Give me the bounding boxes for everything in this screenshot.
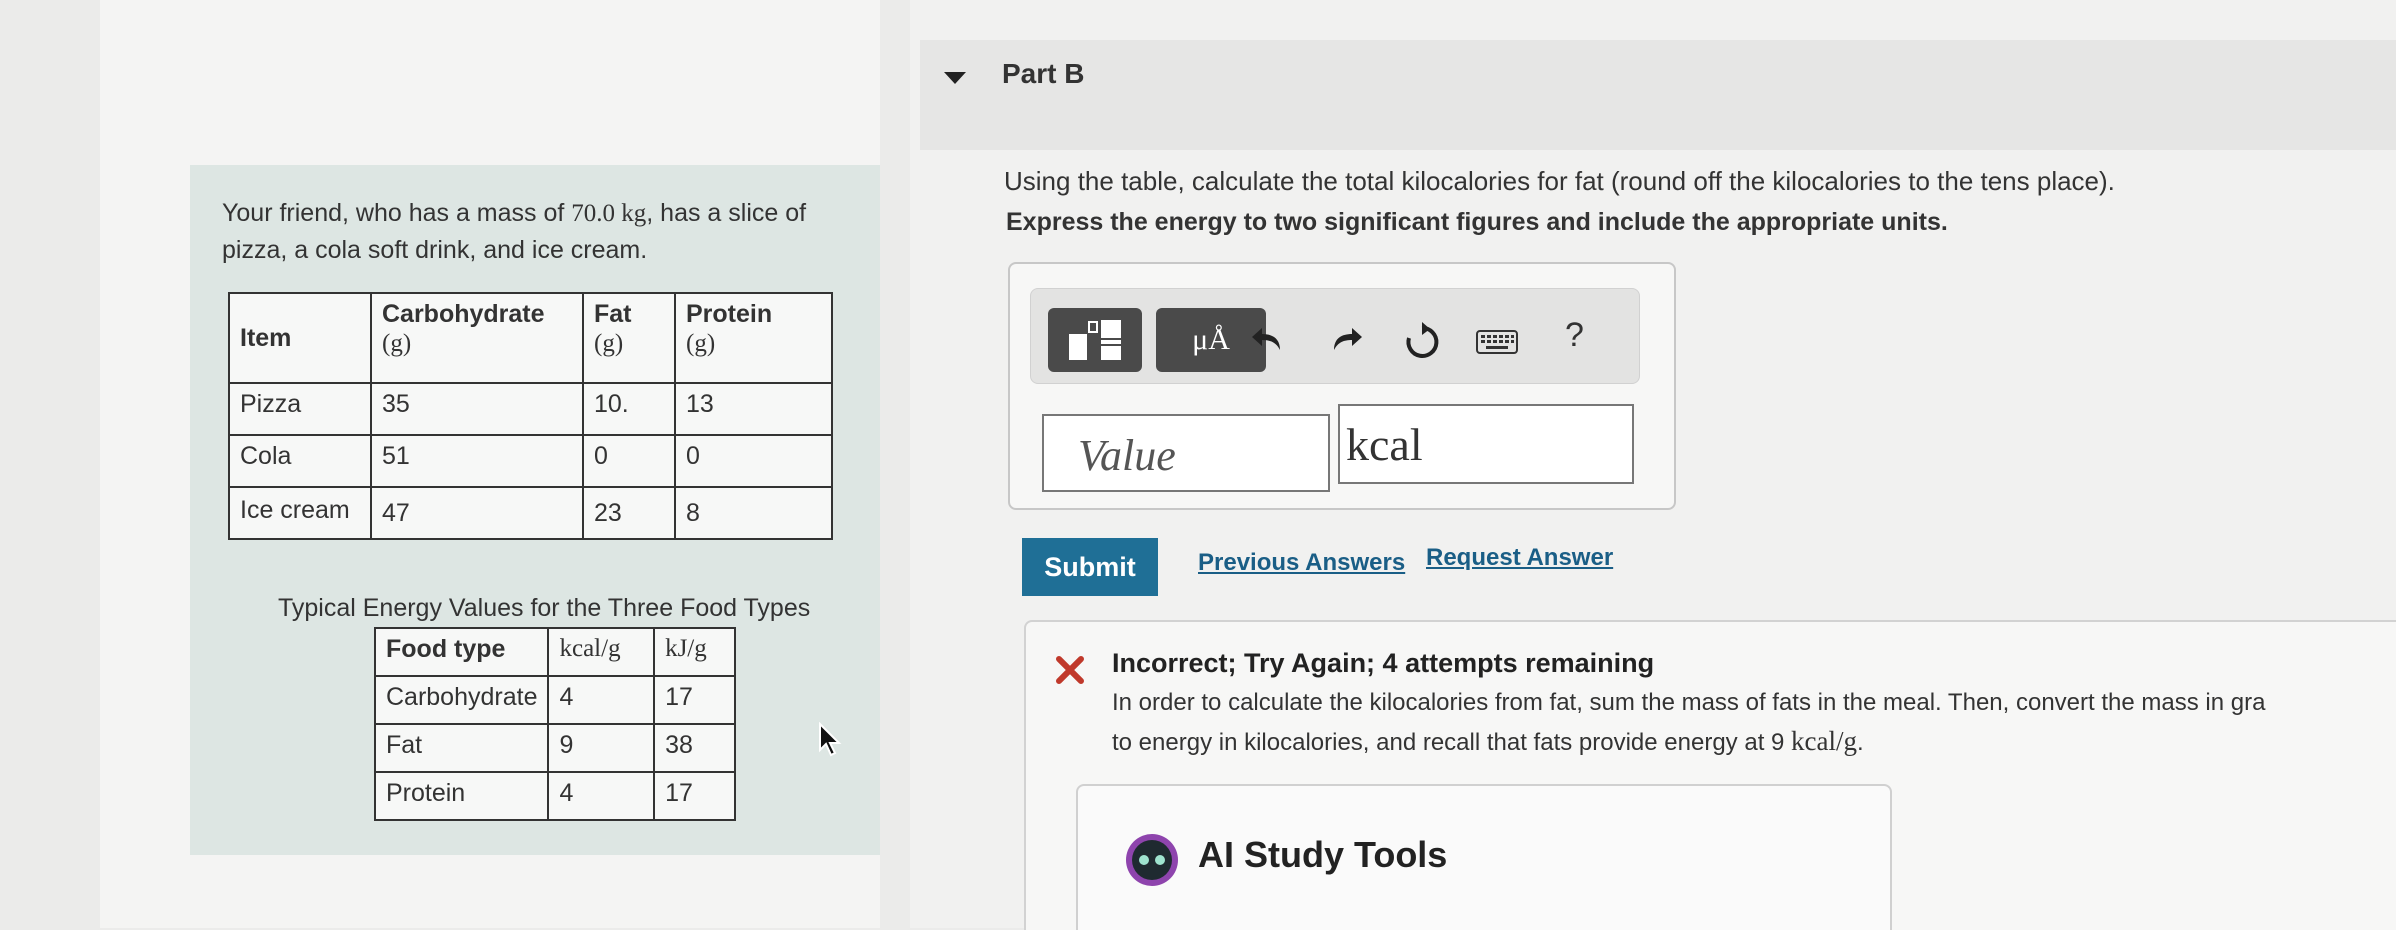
cell-item: Cola (228, 434, 372, 488)
feedback-text: In order to calculate the kilocalories f… (1112, 684, 2396, 762)
submit-button[interactable]: Submit (1022, 538, 1158, 596)
energy-table-caption: Typical Energy Values for the Three Food… (278, 594, 811, 622)
cell-protein: 13 (674, 382, 833, 436)
cell-fat: 0 (582, 434, 676, 488)
help-button[interactable]: ? (1565, 316, 1584, 355)
intro-mass: 70.0 kg (571, 200, 647, 227)
incorrect-x-icon (1056, 656, 1084, 684)
feedback-line-1: In order to calculate the kilocalories f… (1112, 689, 2266, 716)
cell-fat: 10. (582, 382, 676, 436)
feedback-line-2: to energy in kilocalories, and recall th… (1112, 726, 1864, 756)
header-fat: Fat (g) (582, 292, 676, 384)
table-row: Carbohydrate 4 17 (373, 675, 736, 725)
table-row: Protein 4 17 (373, 771, 736, 821)
cell-food-type: Protein (373, 771, 550, 821)
reset-icon[interactable] (1402, 322, 1442, 362)
header-protein: Protein (g) (674, 292, 833, 384)
part-title[interactable]: Part B (1002, 58, 1084, 90)
cell-carbohydrate: 47 (370, 486, 584, 540)
cell-protein: 8 (674, 486, 833, 540)
cell-kcal: 4 (547, 771, 656, 821)
cell-protein: 0 (674, 434, 833, 488)
redo-icon[interactable] (1328, 322, 1364, 358)
header-kcal: kcal/g (547, 627, 656, 677)
header-carbohydrate: Carbohydrate (g) (370, 292, 584, 384)
unit-input[interactable]: kcal (1338, 404, 1634, 484)
ai-assistant-icon (1126, 834, 1178, 886)
cell-kcal: 9 (547, 723, 656, 773)
previous-answers-link[interactable]: Previous Answers (1198, 549, 1405, 577)
keyboard-icon[interactable] (1476, 328, 1518, 356)
feedback-title: Incorrect; Try Again; 4 attempts remaini… (1112, 648, 1655, 678)
problem-intro: Your friend, who has a mass of 70.0 kg, … (222, 195, 842, 268)
mouse-cursor-icon (819, 722, 842, 757)
food-composition-table: Item Carbohydrate (g) Fat (g) Protein (g) P… (228, 292, 833, 540)
cell-fat: 23 (582, 486, 676, 540)
table-row: Ice cream 47 23 8 (228, 486, 833, 540)
table-header-row: Item Carbohydrate (g) Fat (g) Protein (g) (228, 292, 833, 384)
question-text: Using the table, calculate the total kil… (1004, 166, 2115, 196)
ai-study-tools-title: AI Study Tools (1198, 834, 1448, 875)
cell-food-type: Carbohydrate (373, 675, 550, 725)
table-row: Pizza 35 10. 13 (228, 382, 833, 436)
cell-item: Ice cream (228, 486, 372, 540)
cell-kj: 38 (653, 723, 736, 773)
cell-kj: 17 (653, 771, 736, 821)
instruction-text: Express the energy to two significant fi… (1006, 208, 1948, 236)
table-row: Cola 51 0 0 (228, 434, 833, 488)
request-answer-link[interactable]: Request Answer (1426, 544, 1613, 572)
cell-item: Pizza (228, 382, 372, 436)
part-header[interactable] (920, 40, 2396, 150)
cell-food-type: Fat (373, 723, 550, 773)
collapse-chevron-icon[interactable] (942, 70, 968, 86)
undo-icon[interactable] (1250, 322, 1286, 358)
cell-kj: 17 (653, 675, 736, 725)
templates-icon (1069, 320, 1121, 360)
value-input[interactable]: Value (1042, 414, 1330, 492)
intro-text: Your friend, who has a mass of (222, 199, 572, 227)
table-row: Fat 9 38 (373, 723, 736, 773)
cell-kcal: 4 (547, 675, 656, 725)
cell-carbohydrate: 51 (370, 434, 584, 488)
table-header-row: Food type kcal/g kJ/g (373, 627, 736, 677)
energy-values-table: Food type kcal/g kJ/g Carbohydrate 4 17 … (373, 627, 736, 821)
header-kj: kJ/g (653, 627, 736, 677)
header-item: Item (228, 292, 372, 384)
header-food-type: Food type (373, 627, 550, 677)
templates-button[interactable] (1048, 308, 1142, 372)
cell-carbohydrate: 35 (370, 382, 584, 436)
